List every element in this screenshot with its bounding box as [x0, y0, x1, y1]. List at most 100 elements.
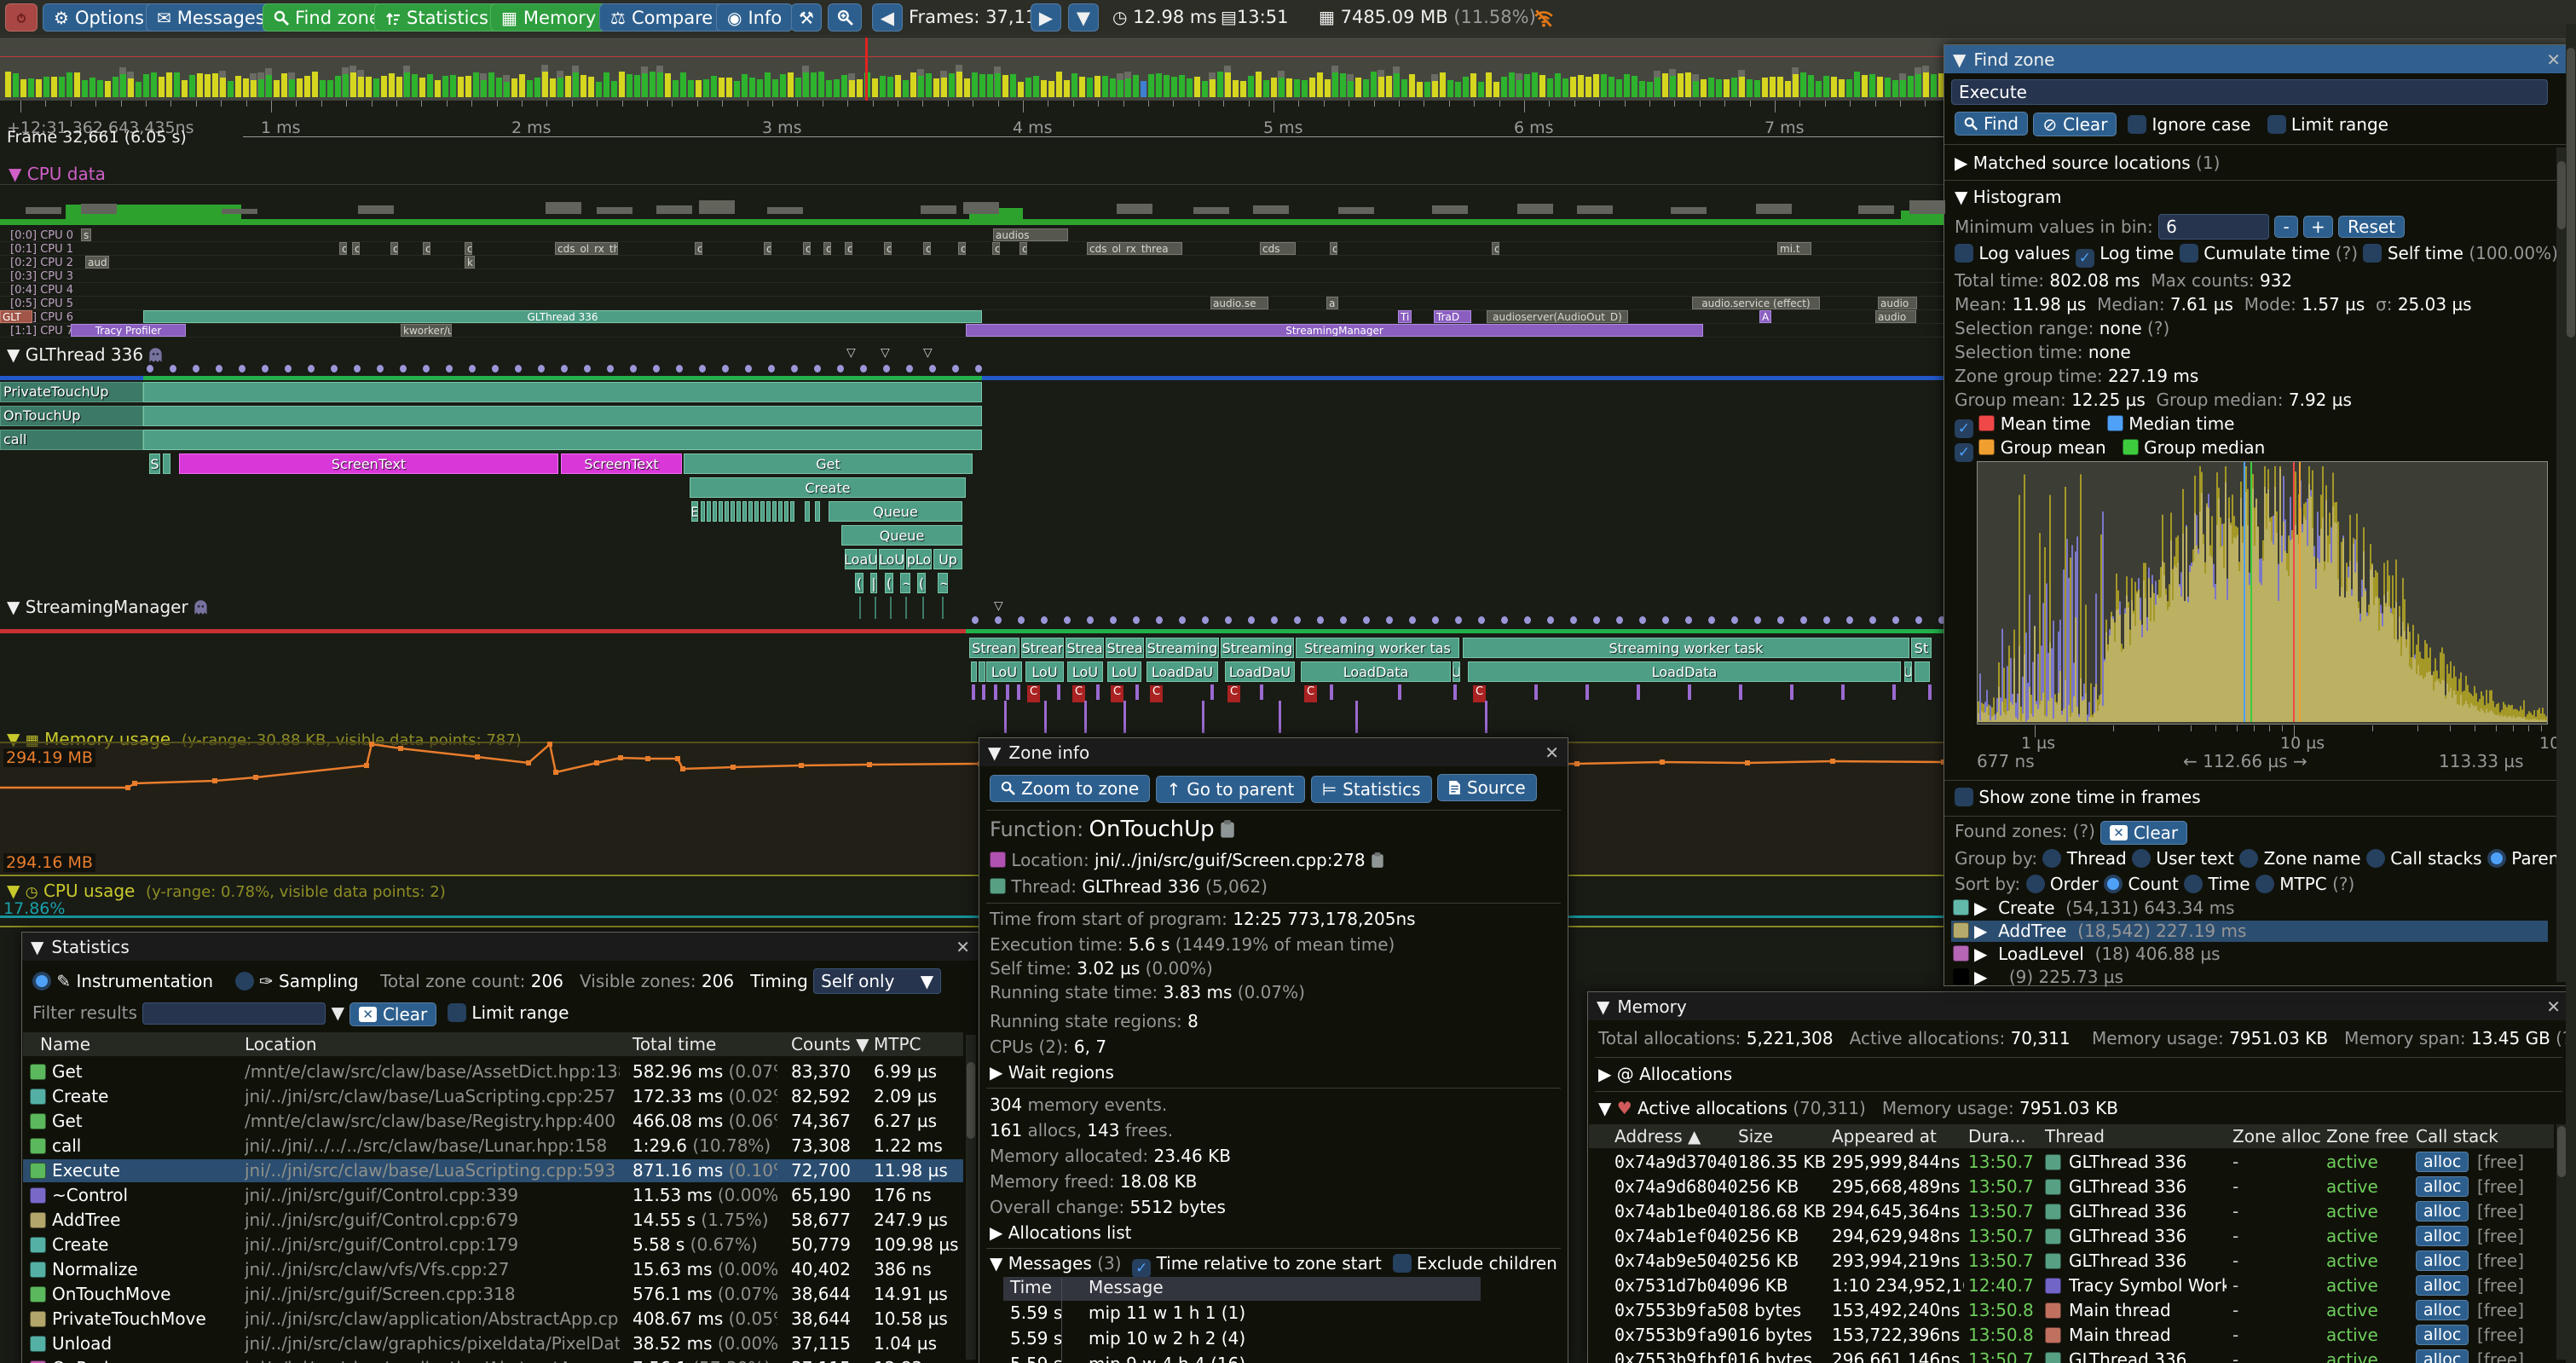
cpu-block[interactable]: audio.se — [1210, 297, 1268, 309]
tiny-zone[interactable] — [701, 501, 705, 522]
cpu-block[interactable]: c — [803, 242, 811, 255]
zone-bar[interactable]: Up — [933, 549, 962, 569]
zone-bar[interactable]: Queue — [841, 525, 962, 546]
compare-button[interactable]: ⚖Compare — [599, 3, 724, 32]
sample-dot[interactable] — [1570, 616, 1577, 624]
cpu-block[interactable]: TraD — [1434, 310, 1471, 323]
clear-found-button[interactable]: ✕Clear — [2100, 821, 2187, 845]
zone-bar[interactable]: LoaU — [845, 549, 877, 569]
cpu-block[interactable]: c — [764, 242, 771, 255]
collapse-icon[interactable]: ▼ — [1953, 49, 1966, 70]
mem-col-zone-alloc[interactable]: Zone alloc — [2232, 1126, 2321, 1146]
cpu-block[interactable]: Tracy Profiler — [71, 324, 186, 337]
found-zone-row[interactable]: ▶ (9) 225.73 µs — [1951, 967, 2548, 988]
zone-bar[interactable]: ( — [855, 573, 863, 593]
sample-dot[interactable] — [1018, 616, 1025, 624]
stats-row[interactable]: ~Control jni/../jni/src/guif/Control.cpp… — [23, 1184, 963, 1207]
messages-button[interactable]: ✉Messages — [146, 3, 276, 32]
sample-dot[interactable] — [1064, 616, 1071, 624]
stats-scrollbar[interactable] — [966, 1035, 976, 1360]
close-icon[interactable]: ✕ — [956, 937, 970, 957]
tools-button[interactable]: ⚒ — [791, 3, 822, 32]
zone-bar[interactable] — [971, 661, 977, 682]
info-button[interactable]: ◉Info — [716, 3, 793, 32]
wait-regions-toggle[interactable]: ▶ Wait regions — [990, 1062, 1114, 1083]
sample-dot[interactable] — [354, 365, 361, 373]
sample-dot[interactable] — [515, 365, 522, 373]
stats-col-counts[interactable]: Counts ▼ — [791, 1034, 869, 1054]
sample-dot[interactable] — [1340, 616, 1347, 624]
stats-col-location[interactable]: Location — [245, 1034, 317, 1054]
mem-col-thread[interactable]: Thread — [2045, 1126, 2105, 1146]
stats-row[interactable]: Create jni/../jni/src/claw/base/LuaScrip… — [23, 1085, 963, 1108]
zone-statistics-button[interactable]: ⊨Statistics — [1311, 776, 1432, 803]
close-icon[interactable]: ✕ — [2546, 996, 2561, 1017]
sample-dot[interactable] — [1202, 616, 1209, 624]
zone-bar[interactable] — [1915, 661, 1930, 682]
sample-dot[interactable] — [1317, 616, 1324, 624]
funnel-icon[interactable]: ▼ — [332, 1002, 344, 1023]
sample-dot[interactable] — [492, 365, 499, 373]
tiny-zone[interactable] — [766, 501, 771, 522]
find-zone-button[interactable]: Find zone — [263, 3, 391, 32]
stats-row[interactable]: OnTouchMove jni/../jni/src/guif/Screen.c… — [23, 1283, 963, 1306]
sort-radio-order[interactable] — [2026, 875, 2045, 893]
group-radio-user-text[interactable] — [2132, 849, 2151, 868]
sample-dot[interactable] — [883, 365, 890, 373]
zone-bar[interactable]: Strean — [969, 638, 1019, 658]
main-scrollbar[interactable] — [2566, 24, 2576, 1363]
collapse-icon[interactable]: ▼ — [31, 937, 43, 957]
next-frame-button[interactable]: ▶ — [1031, 3, 1061, 32]
zone-bar[interactable]: Queue — [829, 501, 962, 522]
sample-dot[interactable] — [1915, 616, 1922, 624]
sample-dot[interactable] — [1225, 616, 1232, 624]
streaming-header[interactable]: ▼ StreamingManager — [7, 597, 208, 617]
zone-bar[interactable]: | — [870, 573, 877, 593]
help-icon[interactable]: (?) — [2336, 243, 2358, 263]
sample-dot[interactable] — [814, 365, 821, 373]
zone-bar[interactable] — [815, 501, 820, 522]
limit-range-checkbox[interactable] — [448, 1003, 466, 1022]
clear-button[interactable]: ⊘Clear — [2033, 113, 2117, 136]
sample-dot[interactable] — [538, 365, 545, 373]
sample-dot[interactable] — [995, 616, 1002, 624]
sample-dot[interactable] — [1823, 616, 1830, 624]
stats-row[interactable]: PrivateTouchMove jni/../jni/src/claw/app… — [23, 1308, 963, 1331]
zone-bar[interactable]: Streaming worker tas — [1296, 638, 1459, 658]
mem-col-appeared-at[interactable]: Appeared at — [1832, 1126, 1937, 1146]
cpu-block[interactable]: c — [958, 242, 966, 255]
cpu-block[interactable]: k — [465, 256, 475, 269]
group-radio-thread[interactable] — [2042, 849, 2061, 868]
statistics-titlebar[interactable]: ▼Statistics✕ — [22, 933, 979, 961]
sample-dot[interactable] — [1639, 616, 1646, 624]
sample-dot[interactable] — [1685, 616, 1692, 624]
go-to-parent-button[interactable]: ↑Go to parent — [1156, 776, 1306, 803]
sample-dot[interactable] — [860, 365, 867, 373]
sample-dot[interactable] — [308, 365, 315, 373]
sample-dot[interactable] — [1110, 616, 1117, 624]
zone-bar[interactable]: Create — [690, 477, 966, 498]
sample-dot[interactable] — [676, 365, 683, 373]
zone-bar[interactable]: Streaming — [1146, 638, 1219, 658]
group-radio-parent[interactable] — [2487, 849, 2506, 868]
memory-table-header[interactable]: Address ▲SizeAppeared atDura...ThreadZon… — [1589, 1124, 2554, 1148]
sample-dot[interactable] — [1133, 616, 1140, 624]
close-icon[interactable]: ✕ — [2546, 49, 2561, 70]
sample-dot[interactable] — [1363, 616, 1370, 624]
memory-usage-graph[interactable] — [0, 742, 1944, 874]
cpu-block[interactable]: StreamingManager — [966, 324, 1703, 337]
cpu-block[interactable]: c — [695, 242, 702, 255]
sample-dot[interactable] — [1731, 616, 1738, 624]
message-mark[interactable]: C — [1473, 685, 1486, 702]
cpu-block[interactable]: c — [823, 242, 831, 255]
prev-frame-button[interactable]: ◀ — [872, 3, 903, 32]
tiny-zone[interactable] — [707, 501, 711, 522]
memory-row[interactable]: 0x74a9d37040 186.35 KB 295,999,844ns 13:… — [1589, 1151, 2554, 1174]
ignore-case-checkbox[interactable] — [2128, 115, 2146, 134]
memory-row[interactable]: 0x7553b9fbf0 16 bytes 296,661,146ns 13:5… — [1589, 1349, 2554, 1363]
cumulate-time-checkbox[interactable] — [2180, 244, 2198, 263]
clear-filter-button[interactable]: ✕Clear — [349, 1002, 436, 1026]
cpu-block[interactable]: c — [1492, 242, 1499, 255]
zone-bar[interactable]: ScreenText — [561, 453, 682, 474]
sample-dot[interactable] — [1662, 616, 1669, 624]
